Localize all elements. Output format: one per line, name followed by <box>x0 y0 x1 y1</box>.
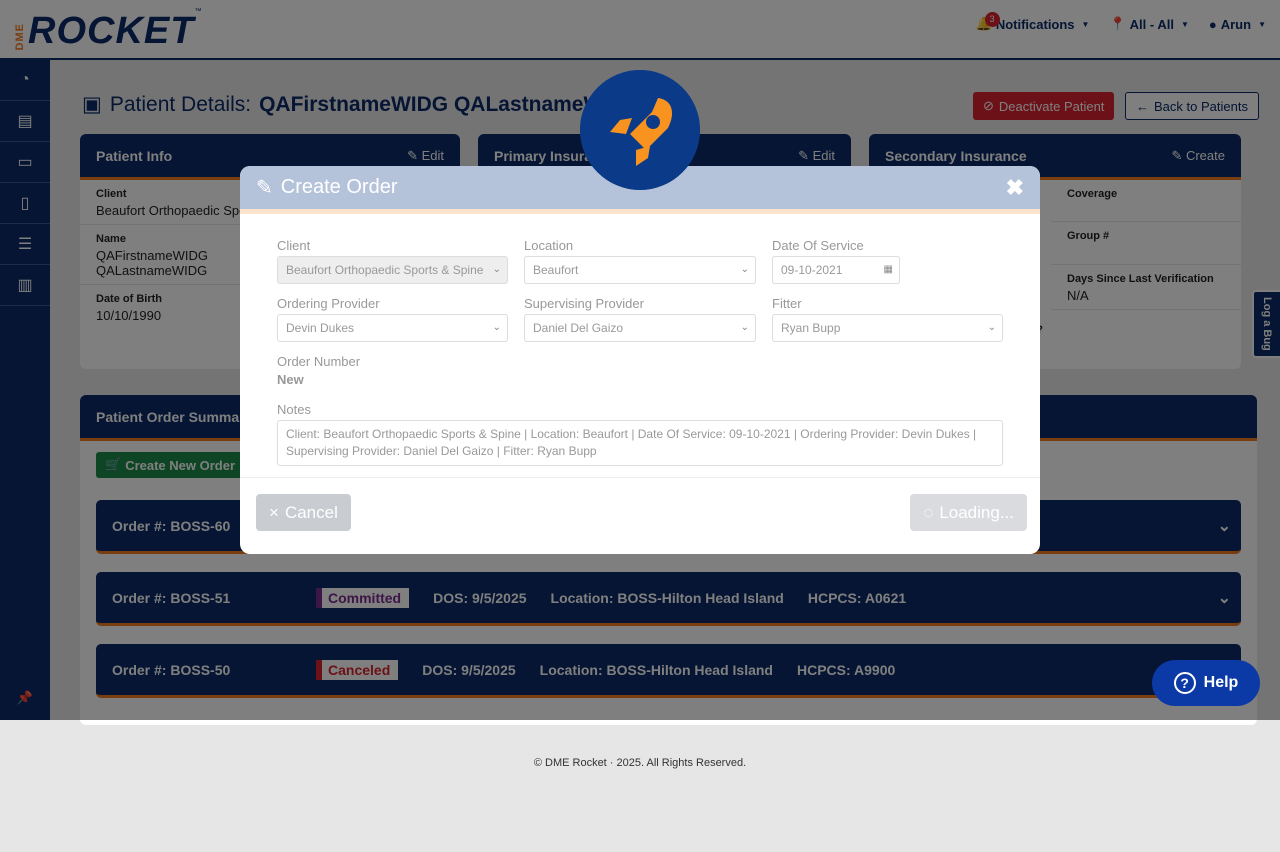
chevron-down-icon: ⌄ <box>740 322 749 333</box>
field-label: Ordering Provider <box>277 296 380 311</box>
ordering-provider-group: Ordering Provider Devin Dukes ⌄ <box>277 296 508 342</box>
chevron-down-icon: ⌄ <box>987 322 996 333</box>
select-value: Devin Dukes <box>286 321 355 335</box>
field-label: Location <box>524 238 574 253</box>
question-circle-icon: ? <box>1173 672 1196 694</box>
supervising-provider-select[interactable]: Daniel Del Gaizo ⌄ <box>524 314 756 342</box>
loading-label: Loading... <box>939 502 1014 522</box>
cancel-button[interactable]: × Cancel <box>256 494 351 531</box>
client-select[interactable]: Beaufort Orthopaedic Sports & Spine ⌄ <box>277 256 508 284</box>
select-value: Daniel Del Gaizo <box>533 321 624 335</box>
select-value: Beaufort Orthopaedic Sports & Spine <box>286 263 484 277</box>
fitter-select[interactable]: Ryan Bupp ⌄ <box>772 314 1003 342</box>
ordering-provider-select[interactable]: Devin Dukes ⌄ <box>277 314 508 342</box>
create-order-modal: ✎ Create Order ✖ Client Beaufort Orthopa… <box>240 166 1040 554</box>
close-icon[interactable]: ✖ <box>1006 175 1024 201</box>
input-value: 09-10-2021 <box>781 263 843 277</box>
spinner-icon: ◌ <box>923 502 934 522</box>
rocket-loading-icon <box>580 70 700 190</box>
date-of-service-group: Date Of Service 09-10-2021 ▦ <box>772 238 900 284</box>
field-label: Fitter <box>772 296 802 311</box>
loading-submit-button[interactable]: ◌ Loading... <box>910 494 1027 531</box>
footer-copyright: © DME Rocket · 2025. All Rights Reserved… <box>533 757 747 769</box>
field-label: Client <box>277 238 311 253</box>
supervising-provider-group: Supervising Provider Daniel Del Gaizo ⌄ <box>524 296 756 342</box>
chevron-down-icon: ⌄ <box>740 264 749 275</box>
notes-textarea[interactable]: Client: Beaufort Orthopaedic Sports & Sp… <box>277 420 1003 466</box>
help-button[interactable]: ? Help <box>1152 660 1260 706</box>
help-label: Help <box>1203 674 1239 691</box>
chevron-down-icon: ⌄ <box>492 264 501 275</box>
order-number-value: New <box>277 372 304 387</box>
cancel-label: Cancel <box>284 502 338 522</box>
modal-title: Create Order <box>280 176 398 198</box>
select-value: Ryan Bupp <box>781 321 841 335</box>
field-label: Date Of Service <box>772 238 864 253</box>
field-label: Order Number <box>277 354 361 369</box>
field-label: Supervising Provider <box>524 296 644 311</box>
date-of-service-input[interactable]: 09-10-2021 ▦ <box>772 256 900 284</box>
pencil-icon: ✎ <box>256 177 273 199</box>
location-select[interactable]: Beaufort ⌄ <box>524 256 756 284</box>
close-icon: × <box>269 502 279 522</box>
notes-group: Notes Client: Beaufort Orthopaedic Sport… <box>277 402 1003 466</box>
calendar-icon[interactable]: ▦ <box>884 257 893 283</box>
chevron-down-icon: ⌄ <box>492 322 501 333</box>
fitter-group: Fitter Ryan Bupp ⌄ <box>772 296 1003 342</box>
select-value: Beaufort <box>533 263 579 277</box>
client-select-group: Client Beaufort Orthopaedic Sports & Spi… <box>277 238 508 284</box>
field-label: Notes <box>277 402 311 417</box>
order-number-group: Order Number New <box>277 354 508 387</box>
location-select-group: Location Beaufort ⌄ <box>524 238 756 284</box>
